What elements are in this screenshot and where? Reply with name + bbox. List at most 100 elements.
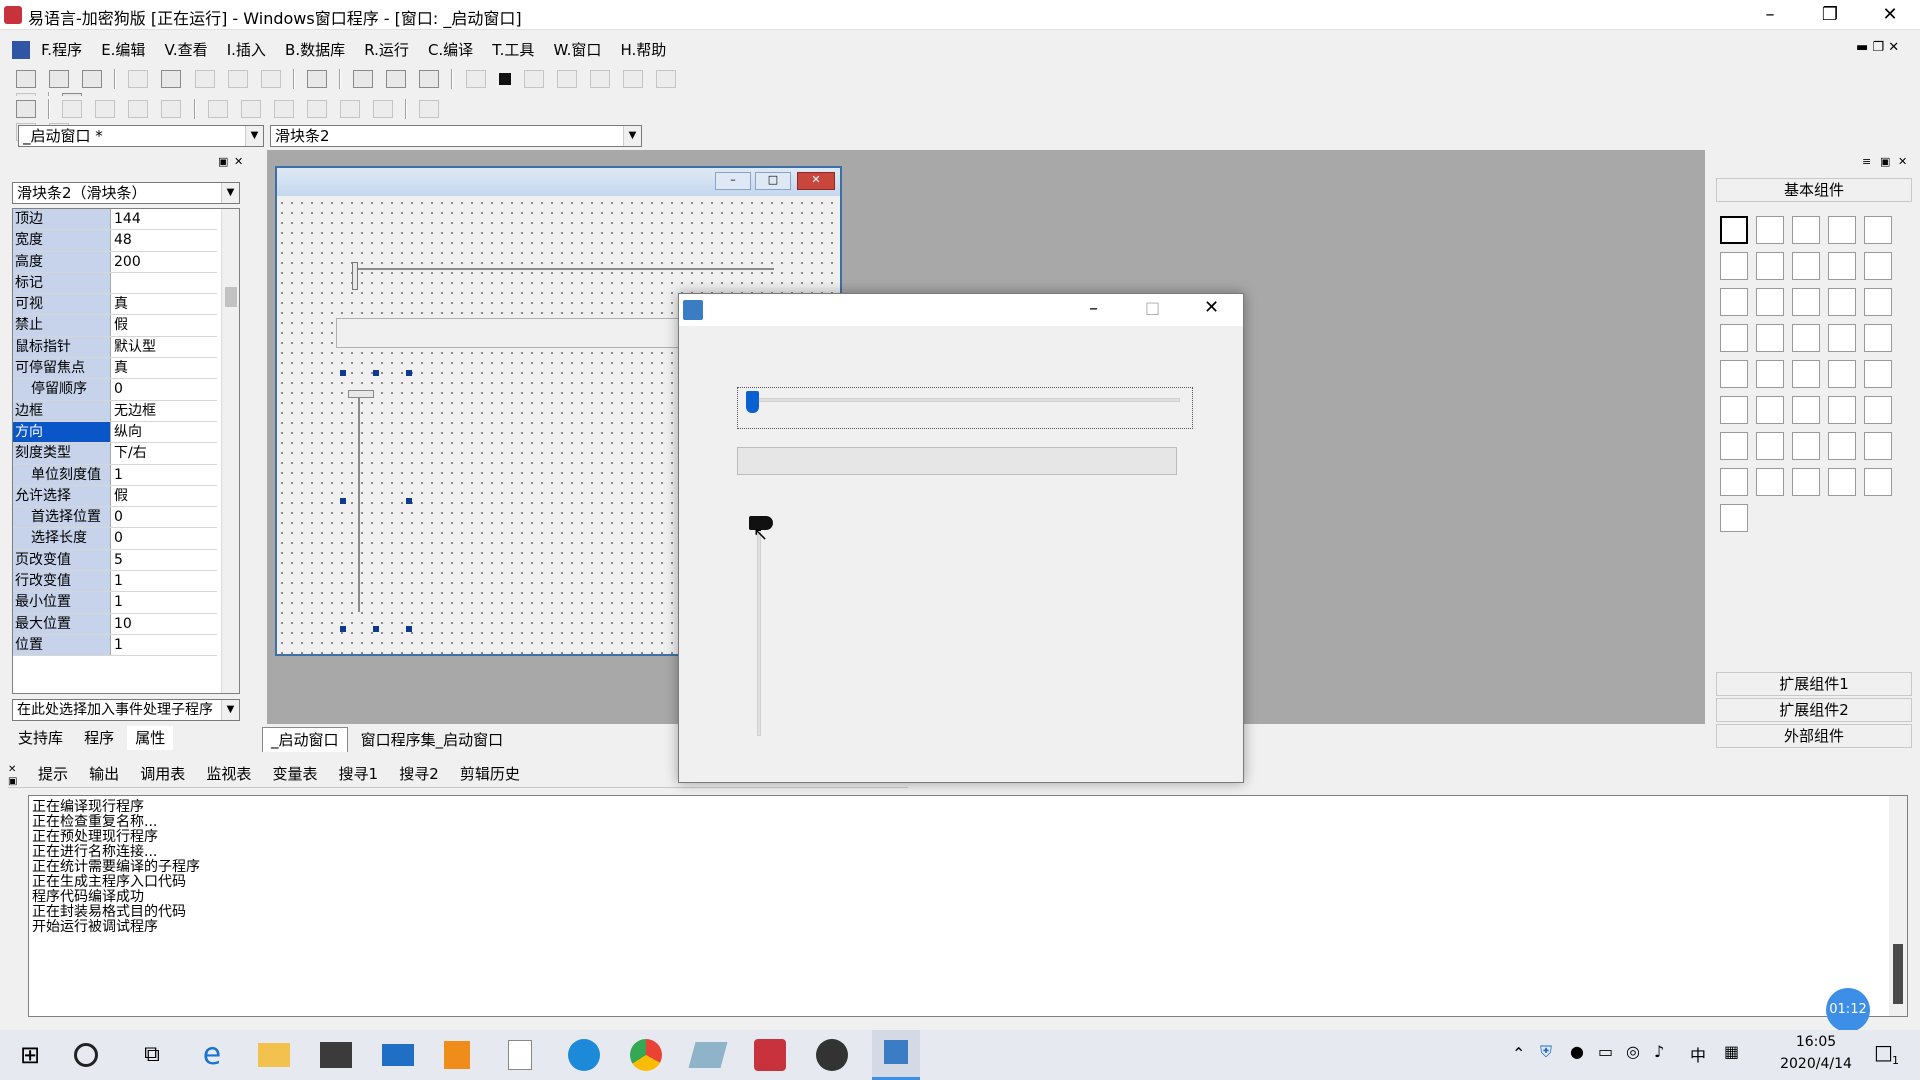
property-object-select[interactable]: 滑块条2（滑块条） ▼ [12,182,240,204]
scrollbar-thumb[interactable] [225,287,237,307]
selection-handle[interactable] [340,626,346,632]
layout-1-icon[interactable] [353,70,374,88]
property-value[interactable]: 0 [111,528,217,548]
output-panel[interactable]: 正在编译现行程序 正在检查重复名称... 正在预处理现行程序 正在进行名称连接.… [28,795,1908,1017]
design-progress-bar[interactable] [336,318,696,348]
close-icon[interactable]: ✕ [1204,297,1219,318]
db-tool-icon[interactable] [1792,468,1820,496]
window-select[interactable]: _启动窗口 * ▼ [18,125,264,147]
updown-tool-icon[interactable] [1756,396,1784,424]
selection-handle[interactable] [340,370,346,376]
edit-tool-icon[interactable] [1756,360,1784,388]
menu-database[interactable]: B.数据库 [285,36,345,64]
new-file-icon[interactable] [16,70,36,88]
chrome-icon[interactable] [630,1039,662,1071]
property-value[interactable]: 144 [111,209,217,229]
property-value[interactable]: 10 [111,614,217,634]
save-icon[interactable] [82,70,103,88]
property-value[interactable]: 默认型 [111,337,217,357]
menu-edit[interactable]: E.编辑 [101,36,145,64]
tab-hint[interactable]: 提示 [30,762,76,786]
extended-components-1[interactable]: 扩展组件1 [1716,672,1912,696]
scrollbar-thumb[interactable] [1893,944,1903,1004]
paste-icon[interactable] [194,70,215,88]
socket-tool-icon[interactable] [1828,432,1856,460]
store-icon[interactable] [320,1042,352,1068]
progress-tool-icon[interactable] [1720,324,1748,352]
undo-icon[interactable] [260,70,281,88]
text-tool-icon[interactable] [1756,252,1784,280]
property-value[interactable]: 假 [111,315,217,335]
slider-tool-icon[interactable] [1756,324,1784,352]
property-row[interactable]: 首选择位置 0 [13,507,217,529]
find-icon[interactable] [306,70,327,88]
dialog-tool-icon[interactable] [1792,396,1820,424]
equal-space-icon[interactable] [340,100,361,118]
step-out-icon[interactable] [622,70,643,88]
property-row[interactable]: 位置 1 [13,634,217,657]
tab-tool-icon[interactable] [1792,324,1820,352]
property-row[interactable]: 标记 [13,272,217,295]
selection-handle[interactable] [373,626,379,632]
shape-tool-icon[interactable] [1828,216,1856,244]
panel-close-icon[interactable]: ✕ [1898,155,1907,168]
menu-view[interactable]: V.查看 [165,36,208,64]
property-row[interactable]: 高度 200 [13,251,217,273]
vscrollbar-tool-icon[interactable] [1864,288,1892,316]
panel-menu-icon[interactable]: ≡ [1862,155,1871,168]
property-row[interactable]: 鼠标指针 默认型 [13,336,217,359]
space-v-icon[interactable] [306,100,327,118]
recording-timer-badge[interactable]: 01:12 [1826,988,1870,1032]
drawing-tool-icon[interactable] [1864,216,1892,244]
property-row[interactable]: 可停留焦点真 [13,358,217,380]
property-value[interactable]: 1 [111,571,217,591]
tab-search-1[interactable]: 搜寻1 [331,762,387,786]
wifi-icon[interactable]: ◎ [1626,1042,1640,1061]
property-value[interactable]: 真 [111,358,217,378]
vertical-slider[interactable]: ↖ [749,516,789,746]
property-row-selected[interactable]: 方向 纵向 [13,421,217,444]
property-value[interactable]: 纵向 [111,422,217,442]
tab-start-window[interactable]: _启动窗口 [262,727,348,752]
tab-support-library[interactable]: 支持库 [10,726,71,750]
selection-handle[interactable] [406,498,412,504]
same-width-icon[interactable] [419,100,440,118]
align-left-icon[interactable] [62,100,83,118]
slider-thumb[interactable] [746,391,759,413]
basic-components-header[interactable]: 基本组件 [1716,178,1912,202]
report-tool-icon[interactable] [1756,468,1784,496]
tab-watch[interactable]: 监视表 [198,762,259,786]
network-tool-icon[interactable] [1720,396,1748,424]
tab-program[interactable]: 程序 [76,726,122,750]
tab-window-assembly[interactable]: 窗口程序集_启动窗口 [353,728,512,752]
file-explorer-icon[interactable] [258,1043,290,1067]
property-row[interactable]: 停留顺序 0 [13,379,217,401]
center-h-icon[interactable] [207,100,228,118]
folder-tool-icon[interactable] [1792,360,1820,388]
property-row[interactable]: 最大位置 10 [13,613,217,635]
layout-3-icon[interactable] [419,70,440,88]
align-top-icon[interactable] [128,100,149,118]
property-row[interactable]: 宽度 48 [13,230,217,252]
odbc-db-tool-icon[interactable] [1720,504,1748,532]
chevron-down-icon[interactable]: ▼ [623,126,641,146]
extended-components-2[interactable]: 扩展组件2 [1716,698,1912,722]
panel-pin-icon[interactable]: ▣ [8,776,17,787]
checkbox-tool-icon[interactable] [1828,252,1856,280]
property-row[interactable]: 最小位置 1 [13,592,217,614]
design-slider-vertical-selected[interactable] [340,370,412,632]
combobox-tool-icon[interactable] [1720,288,1748,316]
external-components[interactable]: 外部组件 [1716,724,1912,748]
groupbox-tool-icon[interactable] [1720,252,1748,280]
property-value[interactable]: 0 [111,379,217,399]
microphone-icon[interactable]: ● [1570,1042,1584,1061]
tab-output[interactable]: 输出 [81,762,127,786]
property-row[interactable]: 允许选择假 [13,485,217,508]
volume-icon[interactable]: ♪ [1654,1042,1664,1061]
mdi-controls[interactable]: ▬ ❐ ✕ [1856,40,1899,55]
property-value[interactable] [111,273,217,293]
panel-tool-icon[interactable] [1828,324,1856,352]
radio-tool-icon[interactable] [1864,252,1892,280]
tree-tool-icon[interactable] [1720,468,1748,496]
property-row[interactable]: 行改变值 1 [13,571,217,593]
